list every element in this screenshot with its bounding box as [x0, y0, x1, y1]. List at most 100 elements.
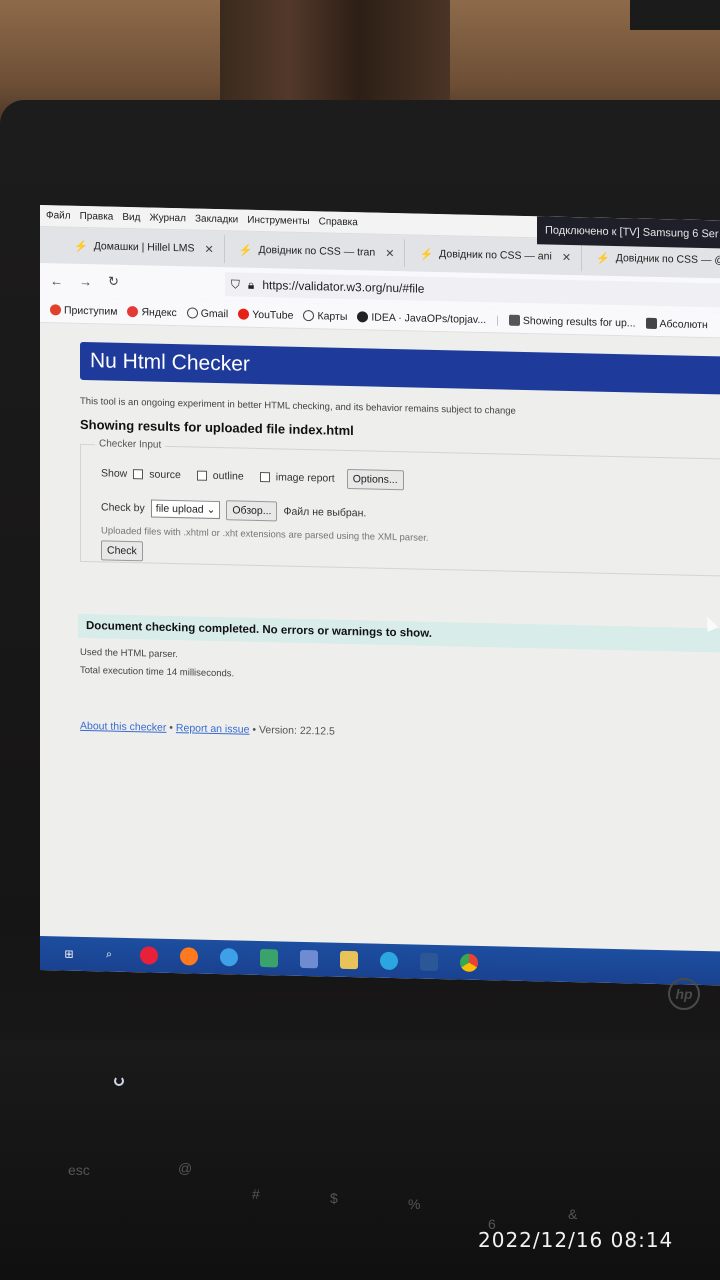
key-percent: %	[408, 1196, 421, 1212]
options-button[interactable]: Options...	[346, 468, 404, 491]
bookmarks-separator: |	[496, 313, 499, 326]
key-hash: #	[252, 1186, 260, 1202]
photo-timestamp: 2022/12/16 08:14	[478, 1228, 674, 1252]
url-text: https://validator.w3.org/nu/#file	[262, 278, 425, 296]
bookmark-maps[interactable]: Карты	[303, 309, 347, 322]
about-link[interactable]: About this checker	[80, 720, 166, 734]
hillel-icon: ⚡	[74, 240, 88, 253]
bookmark-label: YouTube	[252, 308, 294, 322]
bookmark-pristupim[interactable]: Приступим	[50, 304, 118, 318]
github-icon	[357, 311, 369, 323]
tab-label: Домашки | Hillel LMS	[93, 240, 195, 255]
word-icon[interactable]	[420, 952, 438, 972]
screen: Файл Правка Вид Журнал Закладки Инструме…	[40, 205, 720, 986]
bookmark-label: Приступим	[64, 304, 118, 318]
reload-icon[interactable]: ↻	[108, 274, 119, 290]
page-title: Nu Html Checker	[80, 341, 720, 395]
checker-input-fieldset: Checker Input Show source outline image …	[80, 438, 720, 577]
bookmark-youtube[interactable]: YouTube	[238, 308, 293, 321]
check-by-value: file upload	[155, 502, 204, 516]
show-row: Show source outline image report Options…	[101, 463, 720, 497]
tv	[630, 0, 720, 30]
key-esc: esc	[68, 1162, 90, 1178]
results-title: Showing results for uploaded file index.…	[80, 416, 354, 439]
key-dollar: $	[330, 1190, 338, 1206]
app-icon[interactable]	[220, 948, 238, 967]
bookmark-yandex[interactable]: Яндекс	[127, 305, 177, 319]
result-meta: Used the HTML parser. Total execution ti…	[80, 644, 720, 695]
app-icon[interactable]	[300, 949, 318, 969]
hp-logo: hp	[668, 978, 700, 1010]
youtube-icon	[238, 308, 250, 320]
source-checkbox[interactable]	[133, 469, 144, 480]
css-ref-icon: ⚡	[419, 248, 434, 261]
key-ampersand: &	[568, 1206, 578, 1222]
bookmark-absolute[interactable]: Абсолютн	[645, 317, 708, 331]
validator-icon	[508, 314, 520, 326]
intro-text: This tool is an ongoing experiment in be…	[80, 395, 516, 417]
cast-notification[interactable]: Подключено к [TV] Samsung 6 Ser	[537, 216, 720, 249]
shield-icon[interactable]: ⛉	[231, 277, 240, 292]
chrome-icon[interactable]	[460, 953, 478, 972]
bookmark-idea[interactable]: IDEA · JavaOPs/topjav...	[357, 311, 486, 326]
bookmark-label: Карты	[317, 309, 348, 323]
tab-hillel[interactable]: ⚡ Домашки | Hillel LMS ✕	[64, 231, 225, 264]
css-ref-icon: ⚡	[596, 252, 610, 265]
show-label: Show	[101, 467, 128, 480]
bookmark-label: Showing results for up...	[522, 314, 636, 330]
yandex-icon	[127, 305, 139, 318]
bookmark-label: Абсолютн	[659, 317, 708, 331]
menu-help[interactable]: Справка	[319, 216, 358, 228]
check-by-select[interactable]: file upload ⌄	[150, 499, 221, 520]
tab-label: Довідник по CSS — ani	[439, 248, 552, 263]
tab-css-tran[interactable]: ⚡ Довідник по CSS — tran ✕	[228, 235, 406, 268]
fieldset-legend: Checker Input	[95, 438, 166, 451]
bookmark-icon	[50, 304, 61, 316]
tab-css-k[interactable]: ⚡ Довідник по CSS — @k ✕	[586, 243, 720, 276]
menu-edit[interactable]: Правка	[80, 211, 114, 223]
check-by-label: Check by	[101, 501, 145, 515]
power-icon	[114, 1076, 124, 1086]
close-icon[interactable]: ✕	[562, 250, 571, 263]
footer: About this checker • Report an issue • V…	[80, 720, 720, 747]
forward-icon[interactable]: →	[79, 273, 92, 288]
image-report-label: image report	[275, 471, 335, 485]
menu-tools[interactable]: Инструменты	[247, 215, 309, 227]
report-issue-link[interactable]: Report an issue	[176, 722, 250, 736]
bookmark-showing-results[interactable]: Showing results for up...	[508, 314, 636, 330]
search-icon[interactable]: ⌕	[100, 945, 118, 963]
folder-icon[interactable]	[340, 950, 358, 970]
close-icon[interactable]: ✕	[205, 242, 214, 255]
c-icon	[645, 317, 657, 329]
excel-icon[interactable]	[260, 948, 278, 968]
globe-icon	[303, 309, 315, 322]
menu-bookmarks[interactable]: Закладки	[195, 214, 238, 226]
chevron-down-icon: ⌄	[206, 503, 216, 516]
menu-view[interactable]: Вид	[122, 212, 140, 223]
firefox-taskbar-icon[interactable]	[180, 947, 198, 966]
lock-icon[interactable]: 🔒︎	[248, 277, 254, 292]
menu-history[interactable]: Журнал	[149, 212, 186, 224]
no-file-text: Файл не выбран.	[283, 505, 367, 520]
telegram-icon[interactable]	[380, 951, 398, 971]
back-icon[interactable]: ←	[50, 273, 63, 288]
cast-text: Подключено к [TV] Samsung 6 Ser	[545, 224, 719, 241]
menu-file[interactable]: Файл	[46, 210, 71, 222]
door	[220, 0, 450, 110]
bookmark-label: IDEA · JavaOPs/topjav...	[371, 311, 487, 326]
page-content: Nu Html Checker This tool is an ongoing …	[40, 323, 720, 959]
tab-label: Довідник по CSS — tran	[258, 243, 376, 259]
windows-start-icon[interactable]: ⊞	[60, 944, 78, 962]
key-at: @	[178, 1160, 193, 1176]
close-icon[interactable]: ✕	[385, 246, 394, 259]
footer-separator: •	[166, 721, 176, 735]
css-ref-icon: ⚡	[238, 244, 253, 257]
bookmark-gmail[interactable]: Gmail	[186, 307, 228, 320]
browse-button[interactable]: Обзор...	[226, 500, 278, 522]
source-label: source	[149, 468, 181, 482]
outline-checkbox[interactable]	[196, 470, 207, 481]
opera-icon[interactable]	[140, 946, 158, 965]
image-report-checkbox[interactable]	[259, 471, 270, 483]
globe-icon	[186, 307, 198, 319]
check-button[interactable]: Check	[101, 540, 143, 562]
